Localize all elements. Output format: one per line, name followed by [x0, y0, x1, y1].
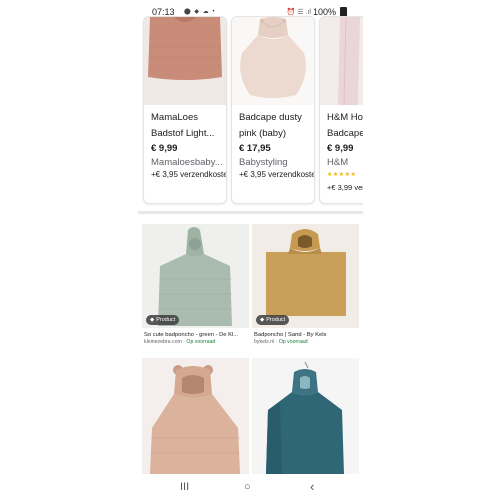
result-source: bykels.nl · Op voorraad — [254, 339, 308, 345]
shopping-carousel[interactable]: MamaLoes Badstof Light... € 9,99 Mamaloe… — [138, 16, 363, 204]
tag-icon: ◆ — [260, 317, 265, 323]
result-title[interactable]: So cute badponcho - green - De Kl... — [144, 332, 249, 338]
product-store: Mamaloesbaby... — [151, 157, 223, 168]
product-price: € 17,95 — [239, 143, 271, 154]
product-shipping: +€ 3,95 verzendkosten — [151, 170, 227, 179]
product-badge: ◆ Product — [146, 315, 180, 325]
product-store: Babystyling — [239, 157, 288, 168]
product-price: € 9,99 — [151, 143, 178, 154]
image-result[interactable]: ◆ Product Badponcho | Sand - By Kels byk… — [252, 224, 359, 345]
product-shipping: +€ 3,99 verz — [327, 183, 363, 192]
badge-label: Product — [266, 317, 286, 323]
product-image[interactable] — [232, 17, 314, 105]
result-title[interactable]: Badponcho | Sand - By Kels — [254, 332, 359, 338]
image-result[interactable] — [142, 358, 249, 474]
product-card[interactable]: H&M Hooded Badcape € 9,99 H&M ★★★★★ +€ 3… — [319, 16, 363, 204]
section-divider — [138, 211, 363, 214]
result-source: kleinezebra.com · Op voorraad — [144, 339, 216, 345]
result-stock: Op voorraad — [278, 339, 308, 345]
result-image[interactable] — [142, 358, 249, 474]
product-image[interactable] — [144, 17, 226, 105]
product-title[interactable]: MamaLoes Badstof Light... — [151, 110, 226, 142]
system-nav-bar: III ○ ‹ — [138, 476, 363, 500]
result-image[interactable] — [252, 358, 359, 474]
result-image[interactable]: ◆ Product — [252, 224, 359, 328]
tag-icon: ◆ — [150, 317, 155, 323]
product-image[interactable] — [320, 17, 363, 105]
home-icon[interactable]: ○ — [244, 481, 251, 493]
phone-screen: 07:13 ⬤ ◆ ☁ • ⏰ ☰ .ıl 100% MamaLoes Bads… — [138, 0, 363, 500]
signal-icon: ⏰ ☰ .ıl — [286, 9, 311, 16]
product-card[interactable]: MamaLoes Badstof Light... € 9,99 Mamaloe… — [143, 16, 227, 204]
result-domain: bykels.nl — [254, 339, 275, 345]
image-result[interactable]: ◆ Product So cute badponcho - green - De… — [142, 224, 249, 345]
product-price: € 9,99 — [327, 143, 354, 154]
product-title[interactable]: Badcape dusty pink (baby) — [239, 110, 314, 142]
product-card[interactable]: Badcape dusty pink (baby) € 17,95 Babyst… — [231, 16, 315, 204]
rating-stars: ★★★★★ — [327, 172, 357, 178]
image-result[interactable] — [252, 358, 359, 474]
badge-label: Product — [156, 317, 176, 323]
notification-icons: ⬤ ◆ ☁ • — [184, 9, 216, 15]
result-stock: Op voorraad — [186, 339, 216, 345]
product-badge: ◆ Product — [256, 315, 290, 325]
result-image[interactable]: ◆ Product — [142, 224, 249, 328]
product-title[interactable]: H&M Hooded Badcape — [327, 110, 363, 142]
back-icon[interactable]: ‹ — [310, 479, 314, 494]
product-store: H&M — [327, 157, 349, 168]
product-shipping: +€ 3,95 verzendkosten — [239, 170, 315, 179]
recents-icon[interactable]: III — [180, 481, 189, 493]
result-domain: kleinezebra.com — [144, 339, 182, 345]
